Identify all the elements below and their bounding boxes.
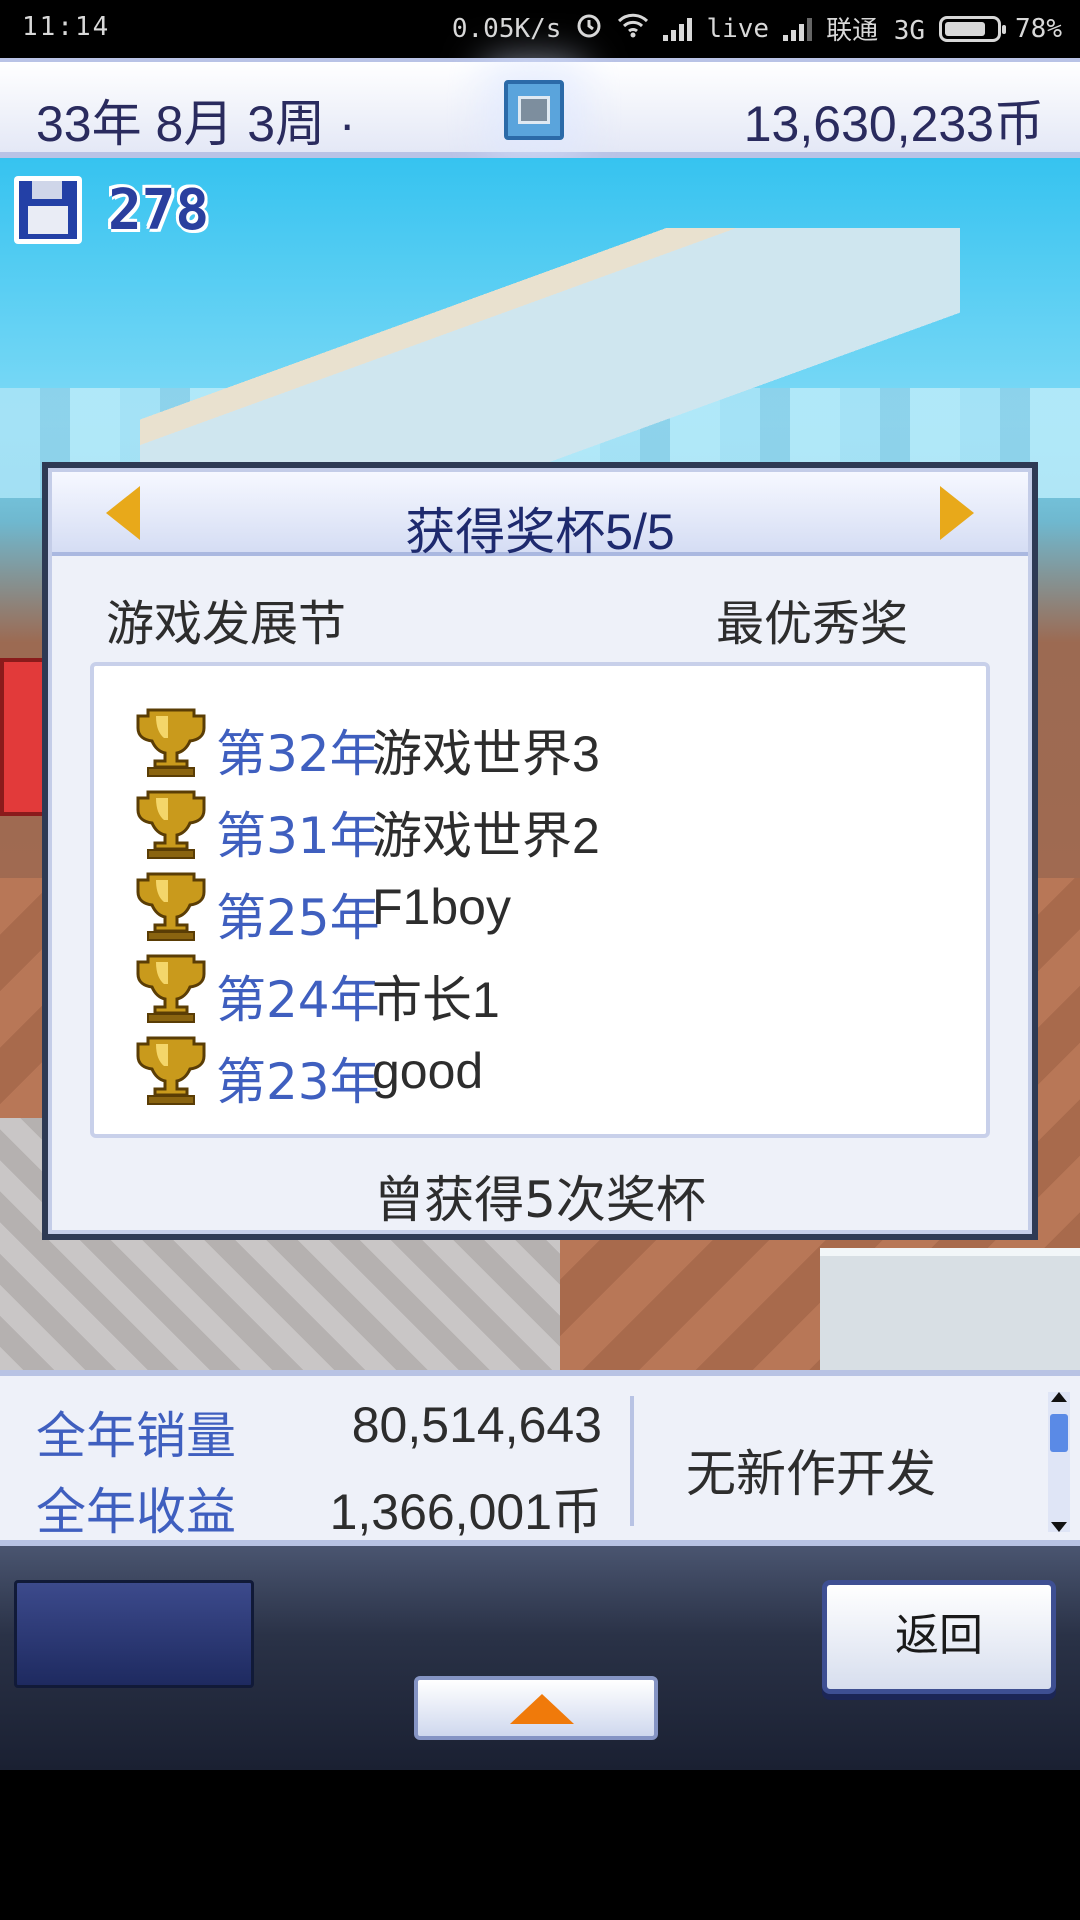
trophy-game: F1boy bbox=[372, 879, 511, 935]
status-icons: 0.05K/s live 联通 3G 78% bbox=[452, 10, 1062, 47]
status-bar: 11:14 0.05K/s live 联通 3G 78% bbox=[0, 0, 1080, 58]
trophy-game: 游戏世界2 bbox=[372, 808, 600, 864]
save-count: 278 bbox=[108, 178, 210, 243]
trophy-row: 第23年 good bbox=[94, 1030, 986, 1111]
battery-percent: 78% bbox=[1015, 13, 1062, 44]
trophy-year: 第24年 bbox=[216, 971, 380, 1029]
scroll-up-icon[interactable] bbox=[1051, 1392, 1067, 1402]
trophy-icon bbox=[136, 708, 206, 777]
trophy-summary: 曾获得5次奖杯 bbox=[374, 1171, 706, 1229]
info-scrollbar[interactable] bbox=[1048, 1392, 1070, 1532]
trophy-row: 第25年 F1boy bbox=[94, 866, 986, 947]
expand-button[interactable] bbox=[414, 1676, 658, 1740]
scroll-down-icon[interactable] bbox=[1051, 1522, 1067, 1532]
dialog-title: 获得奖杯5/5 bbox=[405, 504, 675, 560]
trophy-game: 市长1 bbox=[372, 972, 500, 1028]
game-top-bar: 33年 8月 3周 · 13,630,233币 bbox=[0, 58, 1080, 158]
alarm-icon bbox=[575, 11, 603, 46]
trophy-year: 第25年 bbox=[216, 889, 380, 947]
trophy-icon bbox=[136, 954, 206, 1023]
trophy-icon bbox=[136, 790, 206, 859]
wifi-icon bbox=[617, 12, 649, 45]
trophy-list: 第32年 游戏世界3 第31年 游戏世界2 第25年 F1boy 第24年 市长… bbox=[90, 662, 990, 1138]
revenue-value: 1,366,001币 bbox=[329, 1484, 602, 1540]
trophy-row: 第32年 游戏世界3 bbox=[94, 702, 986, 783]
signal-icon-secondary bbox=[783, 17, 813, 41]
back-button[interactable]: 返回 bbox=[822, 1580, 1056, 1694]
sales-value: 80,514,643 bbox=[351, 1397, 602, 1453]
trophy-icon bbox=[136, 872, 206, 941]
scroll-thumb[interactable] bbox=[1050, 1414, 1068, 1452]
trophy-row: 第31年 游戏世界2 bbox=[94, 784, 986, 865]
game-screen: 11:14 0.05K/s live 联通 3G 78% 33年 8月 3周 ·… bbox=[0, 0, 1080, 1920]
dialog-header: 获得奖杯5/5 bbox=[52, 472, 1028, 560]
trophy-game: 游戏世界3 bbox=[372, 726, 600, 782]
carrier-name: 联通 3G bbox=[826, 16, 926, 46]
trophy-year: 第23年 bbox=[216, 1053, 380, 1111]
menu-button[interactable] bbox=[14, 1580, 254, 1688]
black-bottom-area bbox=[0, 1770, 1080, 1920]
event-name: 游戏发展节 bbox=[106, 596, 347, 652]
next-arrow-icon[interactable] bbox=[908, 472, 988, 552]
sales-label: 全年销量 bbox=[36, 1407, 236, 1465]
up-arrow-icon bbox=[510, 1694, 574, 1724]
battery-icon bbox=[939, 15, 1007, 42]
dev-status: 无新作开发 bbox=[686, 1445, 936, 1503]
carrier-label: live bbox=[706, 13, 770, 44]
bottom-controls: 返回 bbox=[0, 1546, 1080, 1770]
game-date: 33年 8月 3周 · bbox=[36, 96, 356, 152]
info-divider bbox=[630, 1396, 634, 1526]
money-display: 13,630,233币 bbox=[743, 96, 1044, 152]
revenue-label: 全年收益 bbox=[36, 1483, 236, 1541]
floppy-disk-icon bbox=[14, 176, 82, 244]
trophy-year: 第31年 bbox=[216, 807, 380, 865]
signal-icon bbox=[663, 17, 693, 41]
trophy-game: good bbox=[372, 1043, 484, 1099]
net-speed: 0.05K/s bbox=[451, 13, 562, 44]
trophy-row: 第24年 市长1 bbox=[94, 948, 986, 1029]
trophy-year: 第32年 bbox=[216, 725, 380, 783]
camera-icon[interactable] bbox=[504, 80, 564, 140]
award-name: 最优秀奖 bbox=[715, 596, 908, 652]
info-bar: 全年销量 80,514,643 全年收益 1,366,001币 无新作开发 bbox=[0, 1370, 1080, 1546]
trophy-dialog: 获得奖杯5/5 游戏发展节 最优秀奖 第32年 游戏世界3 第31年 游戏世界2 bbox=[42, 462, 1038, 1240]
trophy-icon bbox=[136, 1036, 206, 1105]
status-time: 11:14 bbox=[22, 12, 111, 42]
